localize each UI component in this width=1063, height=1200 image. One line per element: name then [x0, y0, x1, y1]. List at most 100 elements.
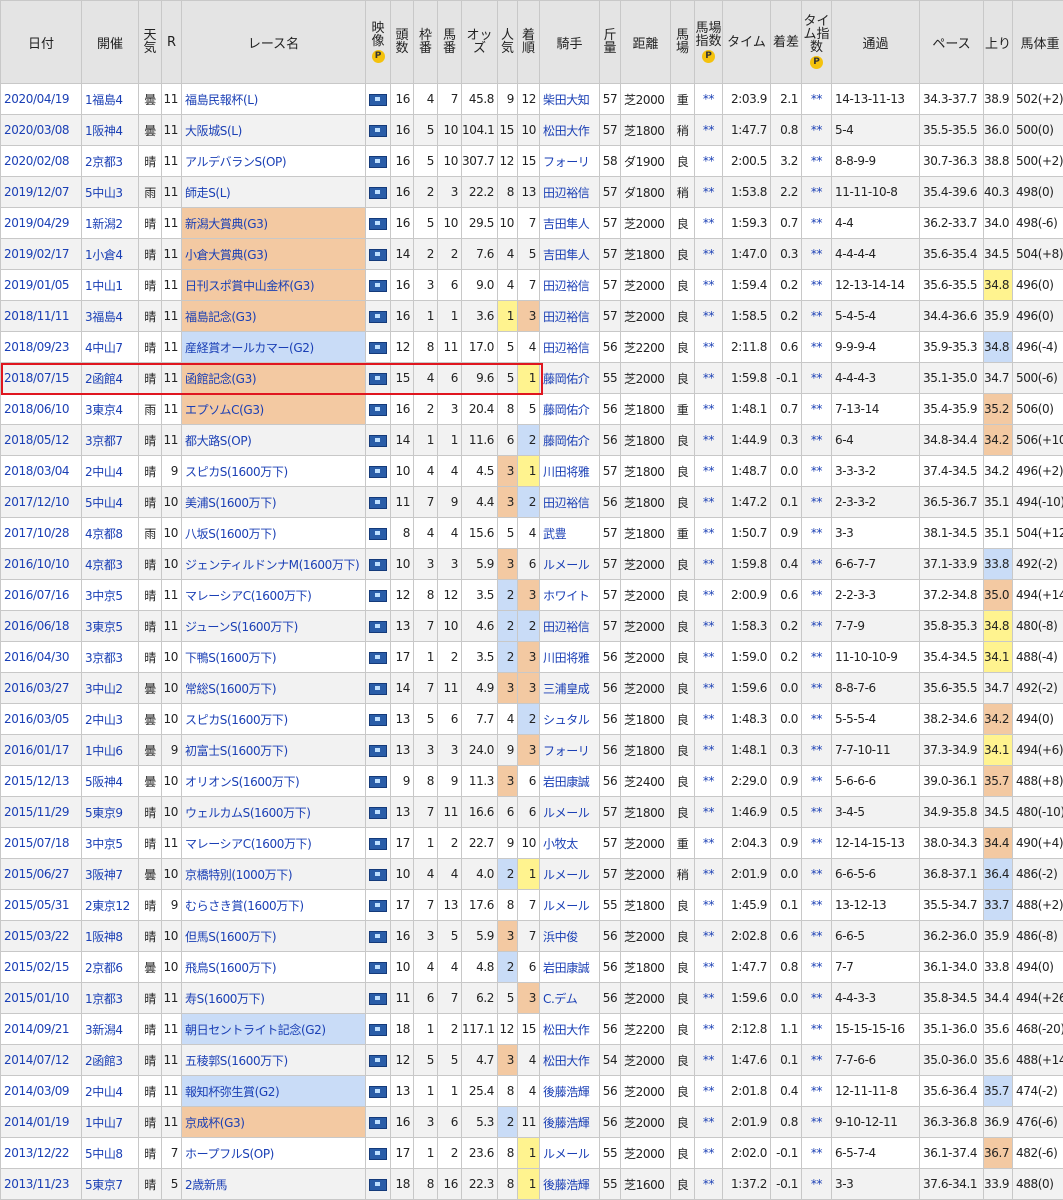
race-name-link[interactable]: 産経賞オールカマー(G2) — [181, 331, 366, 363]
kaisai-link[interactable]: 3新潟4 — [81, 1013, 139, 1045]
baba-index[interactable]: ** — [694, 486, 723, 518]
date-link[interactable]: 2016/03/05 — [0, 703, 82, 735]
race-name-link[interactable]: 師走S(L) — [181, 176, 366, 208]
time-index[interactable]: ** — [801, 145, 832, 177]
date-link[interactable]: 2018/11/11 — [0, 300, 82, 332]
jockey-link[interactable]: 小牧太 — [539, 827, 600, 859]
kaisai-link[interactable]: 2東京12 — [81, 889, 139, 921]
race-name-link[interactable]: エプソムC(G3) — [181, 393, 366, 425]
date-link[interactable]: 2020/04/19 — [0, 83, 82, 115]
time-index[interactable]: ** — [801, 455, 832, 487]
header-chakujun[interactable]: 着順 — [517, 0, 540, 84]
video-icon[interactable] — [365, 920, 391, 952]
kaisai-link[interactable]: 3中京5 — [81, 579, 139, 611]
jockey-link[interactable]: 松田大作 — [539, 1044, 600, 1076]
video-icon[interactable] — [365, 238, 391, 270]
jockey-link[interactable]: 川田将雅 — [539, 455, 600, 487]
time-index[interactable]: ** — [801, 114, 832, 146]
baba-index[interactable]: ** — [694, 331, 723, 363]
baba-index[interactable]: ** — [694, 455, 723, 487]
jockey-link[interactable]: C.デム — [539, 982, 600, 1014]
race-name-link[interactable]: オリオンS(1600万下) — [181, 765, 366, 797]
race-name-link[interactable]: 日刊スポ賞中山金杯(G3) — [181, 269, 366, 301]
baba-index[interactable]: ** — [694, 982, 723, 1014]
baba-index[interactable]: ** — [694, 1168, 723, 1200]
video-icon[interactable] — [365, 796, 391, 828]
video-icon[interactable] — [369, 403, 387, 416]
kaisai-link[interactable]: 1中山6 — [81, 734, 139, 766]
video-icon[interactable] — [365, 1013, 391, 1045]
kaisai-link[interactable]: 3京都7 — [81, 424, 139, 456]
time-index[interactable]: ** — [801, 951, 832, 983]
baba-index[interactable]: ** — [694, 827, 723, 859]
video-icon[interactable] — [369, 341, 387, 354]
time-index[interactable]: ** — [801, 517, 832, 549]
video-icon[interactable] — [365, 1137, 391, 1169]
video-icon[interactable] — [365, 1075, 391, 1107]
baba-index[interactable]: ** — [694, 1075, 723, 1107]
video-icon[interactable] — [365, 393, 391, 425]
time-index[interactable]: ** — [801, 1075, 832, 1107]
race-name-link[interactable]: 京橋特別(1000万下) — [181, 858, 366, 890]
race-name-link[interactable]: 五稜郭S(1600万下) — [181, 1044, 366, 1076]
video-icon[interactable] — [369, 217, 387, 230]
race-name-link[interactable]: 初富士S(1600万下) — [181, 734, 366, 766]
race-name-link[interactable]: スピカS(1600万下) — [181, 455, 366, 487]
baba-index[interactable]: ** — [694, 1137, 723, 1169]
video-icon[interactable] — [369, 713, 387, 726]
time-index[interactable]: ** — [801, 1013, 832, 1045]
date-link[interactable]: 2014/01/19 — [0, 1106, 82, 1138]
baba-index[interactable]: ** — [694, 858, 723, 890]
kaisai-link[interactable]: 2函館3 — [81, 1044, 139, 1076]
video-icon[interactable] — [365, 1106, 391, 1138]
time-index[interactable]: ** — [801, 703, 832, 735]
header-weather[interactable]: 天気 — [138, 0, 162, 84]
kaisai-link[interactable]: 4京都8 — [81, 517, 139, 549]
date-link[interactable]: 2016/10/10 — [0, 548, 82, 580]
date-link[interactable]: 2018/07/15 — [0, 362, 82, 394]
video-icon[interactable] — [365, 145, 391, 177]
video-icon[interactable] — [365, 176, 391, 208]
baba-index[interactable]: ** — [694, 579, 723, 611]
header-video[interactable]: 映像 P — [365, 0, 391, 84]
baba-index[interactable]: ** — [694, 734, 723, 766]
video-icon[interactable] — [365, 765, 391, 797]
video-icon[interactable] — [365, 734, 391, 766]
date-link[interactable]: 2014/09/21 — [0, 1013, 82, 1045]
kaisai-link[interactable]: 3京都3 — [81, 641, 139, 673]
video-icon[interactable] — [369, 589, 387, 602]
jockey-link[interactable]: ルメール — [539, 796, 600, 828]
time-index[interactable]: ** — [801, 393, 832, 425]
race-name-link[interactable]: 朝日セントライト記念(G2) — [181, 1013, 366, 1045]
jockey-link[interactable]: 武豊 — [539, 517, 600, 549]
date-link[interactable]: 2014/03/09 — [0, 1075, 82, 1107]
jockey-link[interactable]: ホワイト — [539, 579, 600, 611]
jockey-link[interactable]: 田辺裕信 — [539, 331, 600, 363]
video-icon[interactable] — [369, 961, 387, 974]
date-link[interactable]: 2017/10/28 — [0, 517, 82, 549]
jockey-link[interactable]: 川田将雅 — [539, 641, 600, 673]
race-name-link[interactable]: 八坂S(1600万下) — [181, 517, 366, 549]
video-icon[interactable] — [369, 93, 387, 106]
kaisai-link[interactable]: 5東京9 — [81, 796, 139, 828]
time-index[interactable]: ** — [801, 1106, 832, 1138]
time-index[interactable]: ** — [801, 1137, 832, 1169]
jockey-link[interactable]: 田辺裕信 — [539, 176, 600, 208]
date-link[interactable]: 2016/07/16 — [0, 579, 82, 611]
kaisai-link[interactable]: 3中京5 — [81, 827, 139, 859]
date-link[interactable]: 2020/02/08 — [0, 145, 82, 177]
video-icon[interactable] — [369, 186, 387, 199]
video-icon[interactable] — [365, 455, 391, 487]
baba-index[interactable]: ** — [694, 1044, 723, 1076]
time-index[interactable]: ** — [801, 207, 832, 239]
time-index[interactable]: ** — [801, 269, 832, 301]
baba-index[interactable]: ** — [694, 610, 723, 642]
time-index[interactable]: ** — [801, 1168, 832, 1200]
header-agari[interactable]: 上り — [983, 0, 1013, 84]
header-kaisai[interactable]: 開催 — [81, 0, 139, 84]
video-icon[interactable] — [369, 496, 387, 509]
date-link[interactable]: 2015/06/27 — [0, 858, 82, 890]
kaisai-link[interactable]: 2中山3 — [81, 703, 139, 735]
video-icon[interactable] — [369, 465, 387, 478]
kaisai-link[interactable]: 1新潟2 — [81, 207, 139, 239]
